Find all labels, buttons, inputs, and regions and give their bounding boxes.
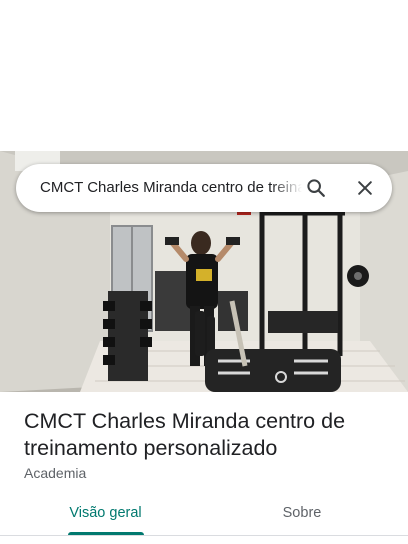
search-icon [307, 179, 325, 197]
clear-search-button[interactable] [349, 172, 381, 204]
place-category: Academia [24, 465, 87, 481]
tabs-divider [0, 535, 408, 536]
close-icon [358, 181, 372, 195]
search-input[interactable]: CMCT Charles Miranda centro de treinamen… [40, 164, 302, 212]
tab-overview[interactable]: Visão geral [58, 496, 153, 536]
search-bar[interactable]: CMCT Charles Miranda centro de treinamen… [16, 164, 392, 212]
tab-bar: Visão geral Sobre [0, 496, 408, 536]
place-details-page: CMCT Charles Miranda centro de treinamen… [0, 0, 408, 544]
search-button[interactable] [300, 172, 332, 204]
tab-about[interactable]: Sobre [262, 496, 342, 536]
place-title: CMCT Charles Miranda centro de treinamen… [24, 409, 346, 460]
